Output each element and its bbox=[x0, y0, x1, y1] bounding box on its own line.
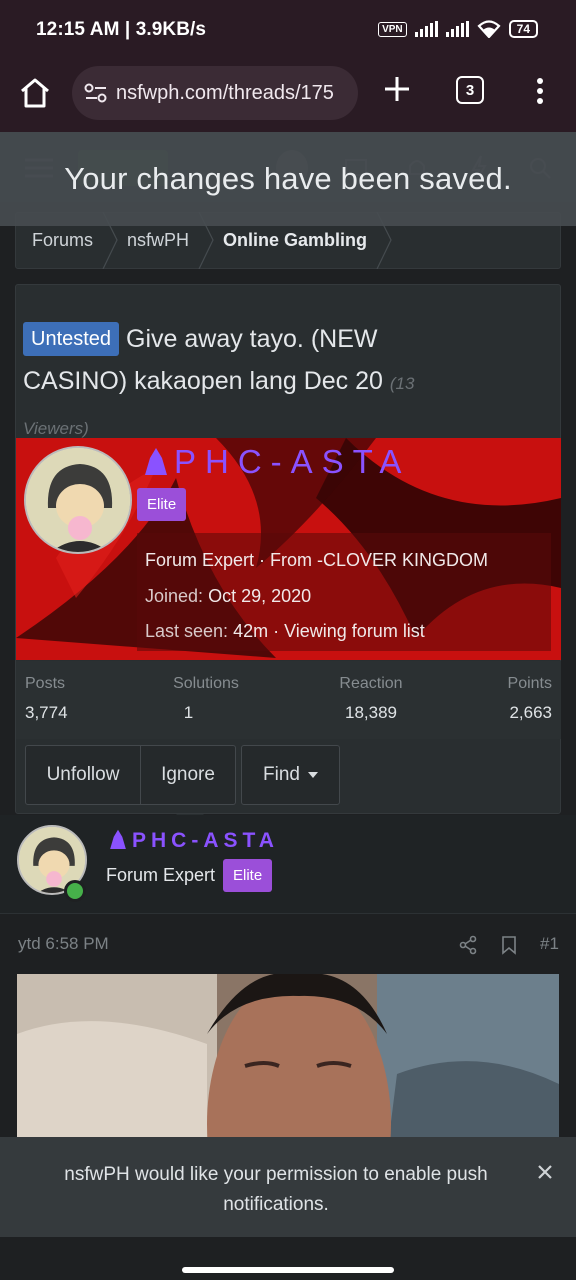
saved-toast: Your changes have been saved. bbox=[0, 132, 576, 226]
browser-toolbar: nsfwph.com/threads/175 3 bbox=[0, 62, 576, 132]
thread-title: Untested Give away tayo. (NEW CASINO) ka… bbox=[23, 318, 443, 450]
toast-message: Your changes have been saved. bbox=[64, 161, 512, 196]
stat-label: Reaction bbox=[339, 675, 403, 692]
member-joined-row: Joined: Oct 29, 2020 bbox=[145, 579, 543, 615]
signal-icon bbox=[414, 21, 438, 37]
stat-value: 3,774 bbox=[25, 703, 68, 722]
user-role-icon bbox=[145, 448, 167, 475]
stat-posts[interactable]: Posts 3,774 bbox=[25, 675, 68, 723]
status-icons: VPN 74 bbox=[378, 20, 538, 38]
last-seen-value: 42m · Viewing forum list bbox=[233, 621, 425, 641]
home-icon[interactable] bbox=[18, 76, 52, 110]
find-button[interactable]: Find bbox=[241, 745, 340, 805]
member-actions: Unfollow Ignore Find bbox=[25, 745, 340, 805]
last-seen-label: Last seen: bbox=[145, 621, 229, 641]
member-avatar[interactable] bbox=[24, 446, 132, 554]
close-icon[interactable] bbox=[537, 1164, 553, 1180]
vpn-indicator: VPN bbox=[378, 21, 407, 37]
avatar-artwork bbox=[26, 448, 130, 552]
post-elite-badge: Elite bbox=[223, 859, 273, 892]
online-status-icon bbox=[64, 880, 86, 902]
elite-badge: Elite bbox=[137, 488, 187, 521]
member-username-text: PHC-ASTA bbox=[174, 443, 411, 480]
stat-value: 1 bbox=[183, 703, 194, 722]
url-text: nsfwph.com/threads/175 bbox=[116, 81, 334, 104]
stat-value: 2,663 bbox=[509, 703, 552, 722]
member-last-seen-row: Last seen: 42m · Viewing forum list bbox=[145, 614, 543, 650]
tab-switcher-button[interactable]: 3 bbox=[456, 76, 484, 104]
member-info-box: Forum Expert · From -CLOVER KINGDOM Join… bbox=[137, 533, 551, 651]
push-notification-prompt: nsfwPH would like your permission to ena… bbox=[0, 1137, 576, 1237]
bookmark-icon[interactable] bbox=[500, 935, 518, 955]
status-bar: 12:15 AM | 3.9KB/s VPN 74 bbox=[0, 0, 576, 62]
post-image[interactable] bbox=[17, 974, 559, 1154]
signal-icon-2 bbox=[445, 21, 469, 37]
post-username[interactable]: PHC-ASTA bbox=[108, 828, 279, 853]
unfollow-button[interactable]: Unfollow bbox=[25, 745, 141, 805]
home-gesture-handle[interactable] bbox=[182, 1267, 394, 1273]
stat-solutions[interactable]: Solutions 1 bbox=[166, 675, 246, 723]
member-username[interactable]: PHC-ASTA bbox=[142, 443, 410, 481]
post-photo bbox=[17, 974, 559, 1154]
user-role-icon bbox=[110, 829, 126, 849]
stat-points[interactable]: Points 2,663 bbox=[508, 675, 552, 723]
gesture-bar bbox=[0, 1237, 576, 1280]
ignore-button[interactable]: Ignore bbox=[141, 745, 236, 805]
battery-indicator: 74 bbox=[508, 20, 538, 38]
new-tab-icon[interactable] bbox=[380, 72, 414, 106]
url-field[interactable]: nsfwph.com/threads/175 bbox=[72, 66, 358, 120]
overflow-menu-icon[interactable] bbox=[530, 76, 550, 106]
member-title-line: Forum Expert · From -CLOVER KINGDOM bbox=[145, 550, 489, 570]
site-settings-icon[interactable] bbox=[84, 82, 108, 104]
wifi-icon bbox=[477, 20, 501, 38]
divider bbox=[0, 913, 576, 914]
push-prompt-message: nsfwPH would like your permission to ena… bbox=[64, 1164, 488, 1215]
post-timestamp[interactable]: ytd 6:58 PM bbox=[18, 934, 109, 954]
share-icon[interactable] bbox=[458, 935, 478, 955]
chevron-down-icon bbox=[307, 772, 318, 778]
post-user-role: Forum Expert bbox=[106, 865, 216, 885]
joined-label: Joined: bbox=[145, 585, 204, 606]
stat-label: Points bbox=[507, 675, 552, 692]
stat-reaction[interactable]: Reaction 18,389 bbox=[334, 675, 408, 723]
post-number[interactable]: #1 bbox=[540, 934, 559, 954]
stat-label: Solutions bbox=[173, 675, 239, 692]
status-time: 12:15 AM | 3.9KB/s bbox=[36, 19, 207, 40]
find-button-label: Find bbox=[263, 764, 300, 785]
member-stats: Posts 3,774 Solutions 1 Reaction 18,389 … bbox=[16, 661, 561, 739]
stat-label: Posts bbox=[25, 675, 66, 692]
stat-value: 18,389 bbox=[345, 703, 397, 722]
post-username-text: PHC-ASTA bbox=[132, 829, 279, 852]
joined-value: Oct 29, 2020 bbox=[208, 585, 312, 606]
thread-prefix-tag[interactable]: Untested bbox=[23, 322, 120, 356]
